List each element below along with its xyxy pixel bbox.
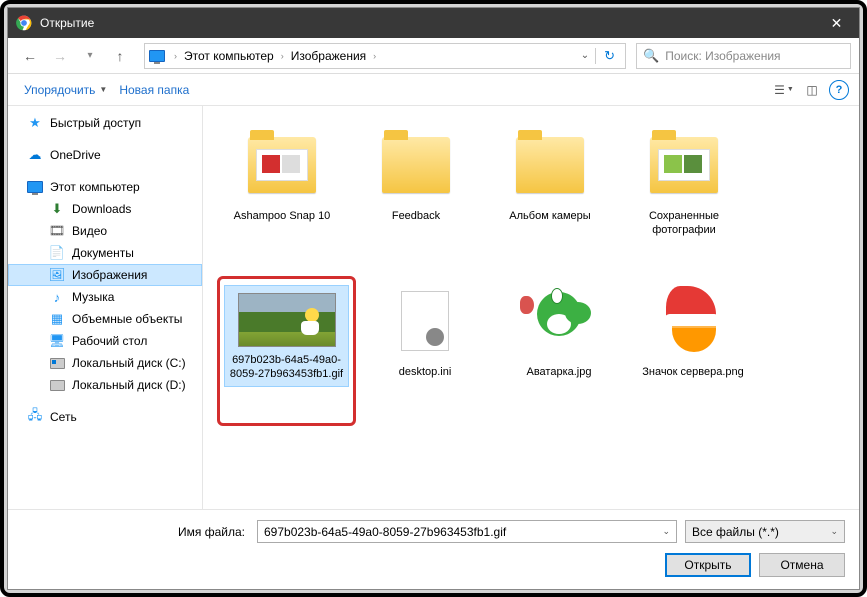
sidebar-disk-d[interactable]: Локальный диск (D:) <box>8 374 202 396</box>
search-input[interactable]: 🔍 Поиск: Изображения <box>636 43 851 69</box>
sidebar: ★Быстрый доступ ☁OneDrive Этот компьютер… <box>8 106 203 509</box>
file-item[interactable]: desktop.ini <box>360 276 490 426</box>
sidebar-disk-c[interactable]: Локальный диск (C:) <box>8 352 202 374</box>
file-type-filter[interactable]: Все файлы (*.*) ⌄ <box>685 520 845 543</box>
filename-label: Имя файла: <box>178 525 245 539</box>
close-button[interactable]: ✕ <box>814 8 859 38</box>
file-label: Feedback <box>392 210 440 224</box>
file-item-selected[interactable]: 697b023b-64a5-49a0-8059-27b963453fb1.gif <box>217 276 356 426</box>
forward-button[interactable]: → <box>46 42 74 70</box>
back-button[interactable]: ← <box>16 42 44 70</box>
music-icon: ♪ <box>48 289 66 305</box>
search-placeholder: Поиск: Изображения <box>665 49 780 63</box>
ini-icon <box>401 291 449 351</box>
folder-item[interactable]: Альбом камеры <box>485 120 615 270</box>
file-label: Аватарка.jpg <box>527 366 592 380</box>
main-area: ★Быстрый доступ ☁OneDrive Этот компьютер… <box>8 106 859 509</box>
file-label: Значок сервера.png <box>642 366 744 380</box>
desktop-icon: 🖥 <box>48 333 66 349</box>
file-item[interactable]: Аватарка.jpg <box>494 276 624 426</box>
titlebar: Открытие ✕ <box>8 8 859 38</box>
folder-item[interactable]: Сохраненные фотографии <box>619 120 749 270</box>
breadcrumb-segment[interactable]: Этот компьютер <box>182 49 276 63</box>
pc-icon <box>147 50 167 62</box>
file-label: Сохраненные фотографии <box>624 210 744 238</box>
open-button[interactable]: Открыть <box>665 553 751 577</box>
sidebar-pictures[interactable]: 🖼Изображения <box>8 264 202 286</box>
network-icon: 🖧 <box>26 409 44 425</box>
folder-item[interactable]: Ashampoo Snap 10 <box>217 120 347 270</box>
sidebar-music[interactable]: ♪Музыка <box>8 286 202 308</box>
file-label: desktop.ini <box>399 366 452 380</box>
filename-input[interactable]: 697b023b-64a5-49a0-8059-27b963453fb1.gif… <box>257 520 677 543</box>
sidebar-network[interactable]: 🖧Сеть <box>8 406 202 428</box>
new-folder-button[interactable]: Новая папка <box>113 79 195 101</box>
sidebar-this-pc[interactable]: Этот компьютер <box>8 176 202 198</box>
chevron-right-icon[interactable]: › <box>276 51 289 61</box>
disk-icon <box>48 377 66 393</box>
sidebar-quick-access[interactable]: ★Быстрый доступ <box>8 112 202 134</box>
document-icon: 📄 <box>48 245 66 261</box>
file-label: Ashampoo Snap 10 <box>234 210 331 224</box>
filename-value: 697b023b-64a5-49a0-8059-27b963453fb1.gif <box>264 525 506 539</box>
organize-button[interactable]: Упорядочить▼ <box>18 79 113 101</box>
breadcrumb-dropdown[interactable]: ⌄ <box>575 50 595 61</box>
download-icon: ⬇ <box>48 201 66 217</box>
pc-icon <box>26 179 44 195</box>
chevron-right-icon[interactable]: › <box>169 51 182 61</box>
chrome-icon <box>16 15 32 31</box>
dialog-title: Открытие <box>40 16 814 30</box>
refresh-button[interactable]: ↻ <box>595 48 623 64</box>
chevron-down-icon[interactable]: ⌄ <box>662 526 670 537</box>
preview-pane-button[interactable]: ◫ <box>801 79 823 101</box>
search-icon: 🔍 <box>643 48 659 64</box>
sidebar-onedrive[interactable]: ☁OneDrive <box>8 144 202 166</box>
file-label: Альбом камеры <box>509 210 590 224</box>
cloud-icon: ☁ <box>26 147 44 163</box>
cancel-button[interactable]: Отмена <box>759 553 845 577</box>
file-item[interactable]: Значок сервера.png <box>628 276 758 426</box>
image-thumbnail <box>524 286 594 356</box>
sidebar-documents[interactable]: 📄Документы <box>8 242 202 264</box>
chevron-down-icon[interactable]: ⌄ <box>830 526 838 537</box>
chevron-right-icon[interactable]: › <box>368 51 381 61</box>
file-open-dialog: Открытие ✕ ← → ▾ ↑ › Этот компьютер › Из… <box>7 7 860 590</box>
picture-icon: 🖼 <box>48 267 66 283</box>
sidebar-downloads[interactable]: ⬇Downloads <box>8 198 202 220</box>
up-button[interactable]: ↑ <box>106 42 134 70</box>
video-icon: 🎞 <box>48 223 66 239</box>
sidebar-videos[interactable]: 🎞Видео <box>8 220 202 242</box>
history-dropdown[interactable]: ▾ <box>76 42 104 70</box>
breadcrumb-segment[interactable]: Изображения <box>289 49 368 63</box>
file-label: 697b023b-64a5-49a0-8059-27b963453fb1.gif <box>227 354 346 382</box>
toolbar: Упорядочить▼ Новая папка ☰▼ ◫ ? <box>8 74 859 106</box>
view-options-button[interactable]: ☰▼ <box>773 79 795 101</box>
cube-icon: ▦ <box>48 311 66 327</box>
filter-value: Все файлы (*.*) <box>692 525 779 539</box>
help-button[interactable]: ? <box>829 80 849 100</box>
footer: Имя файла: 697b023b-64a5-49a0-8059-27b96… <box>8 509 859 589</box>
disk-icon <box>48 355 66 371</box>
sidebar-3d-objects[interactable]: ▦Объемные объекты <box>8 308 202 330</box>
nav-bar: ← → ▾ ↑ › Этот компьютер › Изображения ›… <box>8 38 859 74</box>
star-icon: ★ <box>26 115 44 131</box>
folder-item[interactable]: Feedback <box>351 120 481 270</box>
breadcrumb[interactable]: › Этот компьютер › Изображения › ⌄ ↻ <box>144 43 626 69</box>
image-thumbnail <box>658 286 728 356</box>
file-list[interactable]: Ashampoo Snap 10 Feedback Альбом камеры … <box>203 106 859 509</box>
gif-thumbnail <box>238 293 336 347</box>
sidebar-desktop[interactable]: 🖥Рабочий стол <box>8 330 202 352</box>
